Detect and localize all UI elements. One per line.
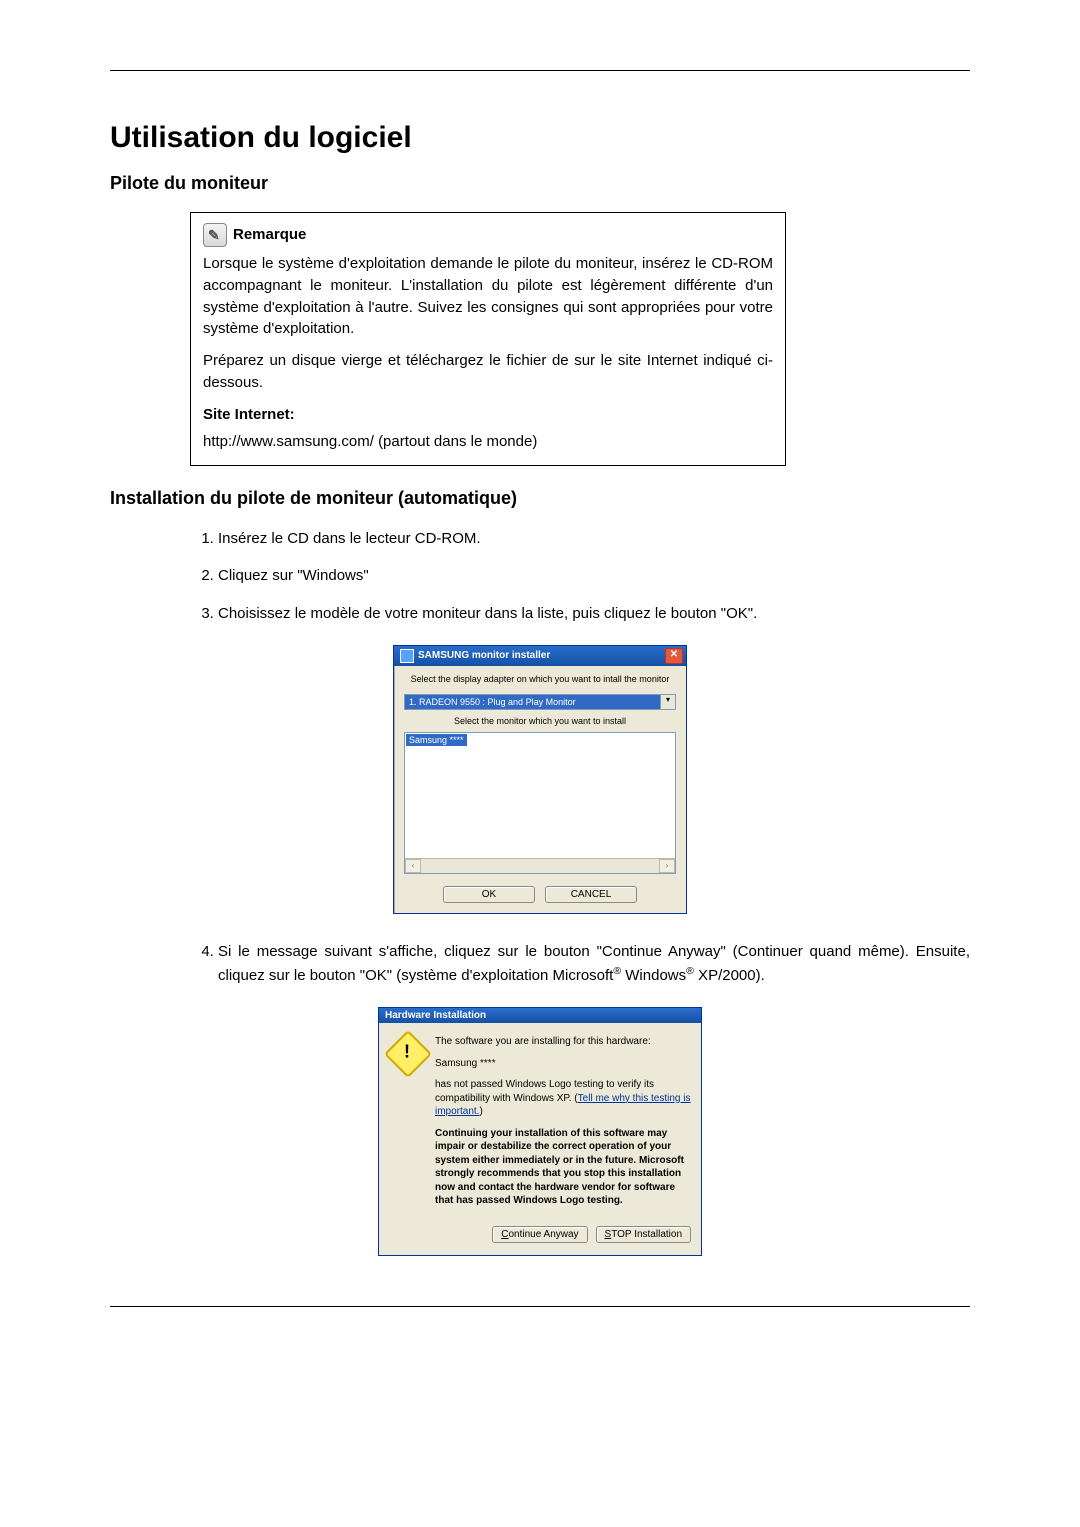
adapter-selected-value: 1. RADEON 9550 : Plug and Play Monitor (404, 694, 660, 710)
bottom-divider (110, 1306, 970, 1307)
step-4-text-a: Si le message suivant s'affiche, cliquez… (218, 943, 970, 984)
horizontal-scrollbar[interactable]: ‹ › (405, 858, 675, 873)
hw-line-2: Samsung **** (435, 1057, 691, 1071)
install-steps: Insérez le CD dans le lecteur CD-ROM. Cl… (190, 527, 970, 625)
continue-anyway-button[interactable]: CContinue Anywayontinue Anyway (492, 1226, 587, 1243)
hw-line-3: has not passed Windows Logo testing to v… (435, 1078, 691, 1119)
cancel-button[interactable]: CANCEL (545, 886, 637, 903)
chevron-down-icon[interactable]: ▾ (660, 694, 676, 710)
section-pilote: Pilote du moniteur (110, 173, 970, 194)
step-3: Choisissez le modèle de votre moniteur d… (218, 602, 970, 625)
monitor-list[interactable]: Samsung **** ‹ › (404, 732, 676, 874)
scroll-right-icon[interactable]: › (659, 859, 675, 873)
step-1: Insérez le CD dans le lecteur CD-ROM. (218, 527, 970, 550)
page-title: Utilisation du logiciel (110, 121, 970, 155)
reg-mark-1: ® (613, 965, 621, 977)
remark-paragraph-1: Lorsque le système d'exploitation demand… (203, 253, 773, 340)
installer-dialog-figure: SAMSUNG monitor installer ✕ Select the d… (110, 645, 970, 914)
warning-icon: ! (384, 1030, 432, 1078)
site-internet-url: http://www.samsung.com/ (partout dans le… (203, 431, 773, 453)
installer-instruction-2: Select the monitor which you want to ins… (404, 716, 676, 726)
installer-instruction-1: Select the display adapter on which you … (404, 674, 676, 684)
installer-title: SAMSUNG monitor installer (418, 650, 550, 661)
step-4-text-b: Windows (621, 967, 686, 984)
hardware-dialog-figure: Hardware Installation ! The software you… (110, 1007, 970, 1256)
remark-box: Remarque Lorsque le système d'exploitati… (190, 212, 786, 466)
note-icon (203, 223, 227, 247)
scroll-left-icon[interactable]: ‹ (405, 859, 421, 873)
hw-message: The software you are installing for this… (435, 1035, 691, 1216)
document-page: Utilisation du logiciel Pilote du monite… (0, 0, 1080, 1527)
installer-titlebar: SAMSUNG monitor installer ✕ (394, 646, 686, 666)
stop-installation-button[interactable]: STOP Installation (596, 1226, 691, 1243)
step-2: Cliquez sur "Windows" (218, 564, 970, 587)
hw-line-1: The software you are installing for this… (435, 1035, 691, 1049)
samsung-installer-dialog: SAMSUNG monitor installer ✕ Select the d… (393, 645, 687, 914)
hw-line-3b: ) (479, 1106, 482, 1117)
step-4-text-c: XP/2000). (694, 967, 765, 984)
reg-mark-2: ® (686, 965, 694, 977)
step-4: Si le message suivant s'affiche, cliquez… (218, 940, 970, 988)
install-steps-cont: Si le message suivant s'affiche, cliquez… (190, 940, 970, 988)
remark-paragraph-2: Préparez un disque vierge et téléchargez… (203, 350, 773, 394)
remark-header: Remarque (203, 223, 773, 247)
ok-button[interactable]: OK (443, 886, 535, 903)
monitor-list-selected[interactable]: Samsung **** (406, 734, 467, 746)
hardware-installation-dialog: Hardware Installation ! The software you… (378, 1007, 702, 1256)
hw-line-4: Continuing your installation of this sof… (435, 1127, 691, 1208)
remark-label: Remarque (233, 224, 306, 246)
section-installation: Installation du pilote de moniteur (auto… (110, 488, 970, 509)
hw-titlebar: Hardware Installation (379, 1008, 701, 1023)
close-icon[interactable]: ✕ (665, 648, 683, 664)
site-internet-label: Site Internet: (203, 406, 295, 423)
hw-title: Hardware Installation (385, 1010, 486, 1021)
top-divider (110, 70, 970, 71)
display-adapter-dropdown[interactable]: 1. RADEON 9550 : Plug and Play Monitor ▾ (404, 694, 676, 710)
installer-app-icon (400, 649, 414, 663)
